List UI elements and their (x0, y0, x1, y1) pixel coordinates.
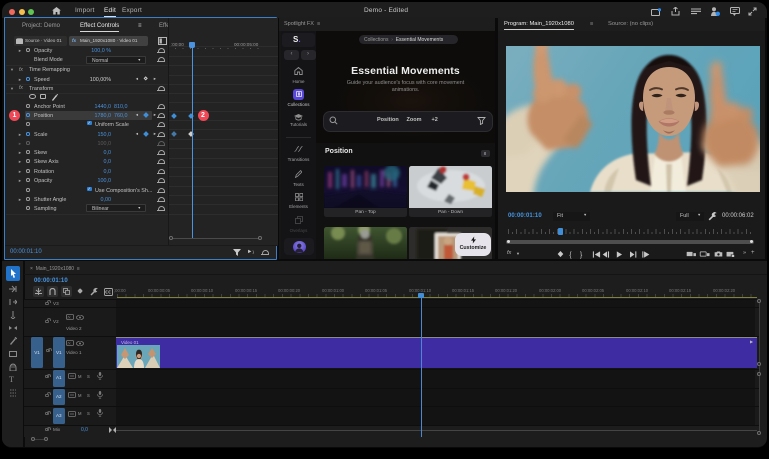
svg-text:{: { (569, 251, 572, 258)
svg-text:fx: fx (68, 315, 72, 320)
svg-text:}: } (580, 251, 583, 258)
svg-text:fx: fx (68, 341, 72, 346)
